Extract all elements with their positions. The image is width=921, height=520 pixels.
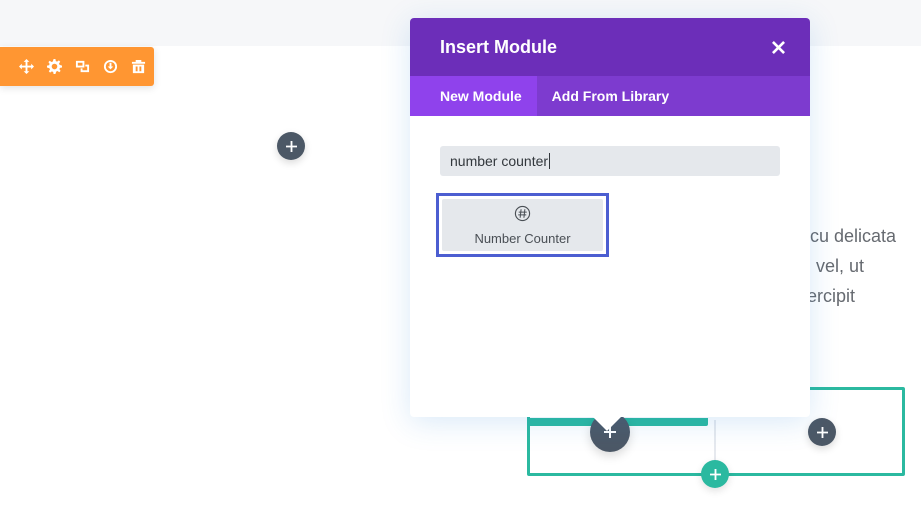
modal-header: Insert Module	[410, 18, 810, 76]
settings-button[interactable]	[40, 47, 68, 86]
tab-new-module[interactable]: New Module	[410, 76, 537, 116]
close-button[interactable]	[768, 37, 788, 57]
module-result-label: Number Counter	[474, 230, 571, 246]
add-row-button[interactable]	[701, 460, 729, 488]
plus-icon	[816, 426, 828, 438]
module-result-number-counter[interactable]: Number Counter	[436, 193, 609, 257]
row-toolbar	[0, 47, 154, 86]
modal-tabs: New Module Add From Library	[410, 76, 810, 116]
hash-circle-icon	[514, 205, 531, 226]
save-to-library-icon	[103, 59, 117, 74]
search-value: number counter	[450, 153, 549, 169]
add-module-button[interactable]	[277, 132, 305, 160]
insert-module-modal: Insert Module New Module Add From Librar…	[410, 18, 810, 431]
body-text-line: vel, ut	[816, 256, 865, 276]
close-icon	[771, 40, 785, 54]
gear-icon	[46, 59, 62, 74]
body-text-line: cu delicata	[810, 226, 897, 246]
text-caret	[549, 153, 551, 169]
delete-button[interactable]	[124, 47, 152, 86]
tab-add-from-library[interactable]: Add From Library	[537, 76, 684, 116]
modal-title: Insert Module	[440, 36, 558, 57]
trash-icon	[131, 59, 145, 74]
plus-icon	[709, 468, 721, 480]
modal-pointer	[593, 417, 621, 431]
move-button[interactable]	[12, 47, 40, 86]
move-icon	[18, 59, 34, 74]
module-result-card: Number Counter	[442, 199, 603, 251]
plus-icon	[285, 140, 297, 152]
duplicate-button[interactable]	[68, 47, 96, 86]
body-text-line: ercipit	[807, 286, 856, 306]
save-to-library-button[interactable]	[96, 47, 124, 86]
duplicate-icon	[75, 60, 89, 73]
module-search-input[interactable]: number counter	[440, 146, 780, 176]
add-module-button-column-2[interactable]	[808, 418, 836, 446]
